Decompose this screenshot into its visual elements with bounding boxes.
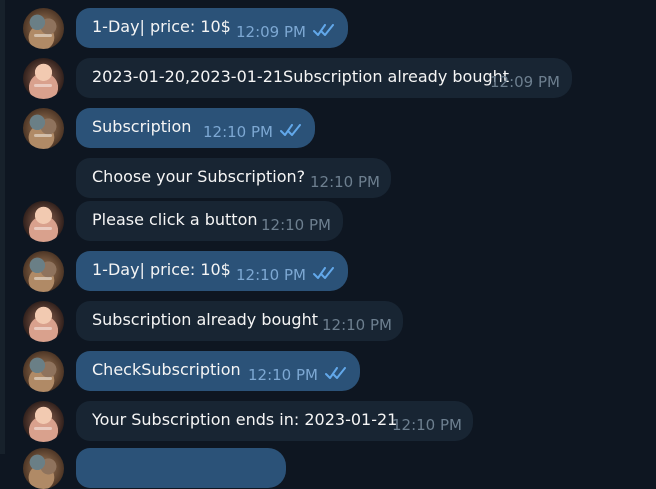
message-row: 2023-01-20,2023-01-21Subscription alread… bbox=[0, 58, 656, 99]
message-time: 12:09 PM bbox=[236, 23, 306, 41]
message-row: 1-Day| price: 10$ 12:10 PM bbox=[0, 251, 656, 292]
message-time: 12:10 PM bbox=[322, 316, 392, 334]
incoming-message[interactable]: Subscription already bought 12:10 PM bbox=[76, 301, 403, 341]
user-avatar bbox=[23, 8, 64, 49]
user-avatar bbox=[23, 108, 64, 149]
message-time: 12:10 PM bbox=[248, 366, 318, 384]
message-row bbox=[0, 448, 656, 489]
user-avatar bbox=[23, 448, 64, 489]
avatar-detail bbox=[34, 327, 52, 330]
outgoing-message[interactable]: Subscription 12:10 PM bbox=[76, 108, 315, 148]
chat-history: 1-Day| price: 10$ 12:09 PM 2023-01-20,20… bbox=[0, 0, 656, 489]
message-time: 12:09 PM bbox=[490, 73, 560, 91]
message-text: 1-Day| price: 10$ bbox=[92, 260, 231, 279]
avatar-detail bbox=[34, 377, 52, 380]
message-row: Subscription 12:10 PM bbox=[0, 108, 656, 149]
double-check-icon bbox=[325, 367, 346, 379]
outgoing-message[interactable] bbox=[76, 448, 286, 488]
message-text: Your Subscription ends in: 2023-01-21 bbox=[92, 410, 398, 429]
avatar-detail bbox=[34, 84, 52, 87]
message-time: 12:10 PM bbox=[236, 266, 306, 284]
bot-avatar bbox=[23, 201, 64, 242]
message-row: CheckSubscription 12:10 PM bbox=[0, 351, 656, 392]
message-row: Your Subscription ends in: 2023-01-21 12… bbox=[0, 401, 656, 442]
double-check-icon bbox=[313, 267, 334, 279]
message-text: Subscription already bought bbox=[92, 310, 318, 329]
message-text: CheckSubscription bbox=[92, 360, 241, 379]
bot-avatar bbox=[23, 58, 64, 99]
outgoing-message[interactable]: 1-Day| price: 10$ 12:09 PM bbox=[76, 8, 348, 48]
bot-avatar bbox=[23, 301, 64, 342]
incoming-message[interactable]: Choose your Subscription? 12:10 PM bbox=[76, 158, 391, 198]
user-avatar bbox=[23, 251, 64, 292]
message-text: Please click a button bbox=[92, 210, 258, 229]
message-time: 12:10 PM bbox=[392, 416, 462, 434]
message-row: Subscription already bought 12:10 PM bbox=[0, 301, 656, 342]
incoming-message[interactable]: 2023-01-20,2023-01-21Subscription alread… bbox=[76, 58, 572, 98]
message-text: Choose your Subscription? bbox=[92, 167, 306, 186]
message-time: 12:10 PM bbox=[310, 173, 380, 191]
bot-avatar bbox=[23, 401, 64, 442]
message-row: 1-Day| price: 10$ 12:09 PM bbox=[0, 8, 656, 49]
message-text: Subscription bbox=[92, 117, 192, 136]
avatar-detail bbox=[34, 427, 52, 430]
outgoing-message[interactable]: 1-Day| price: 10$ 12:10 PM bbox=[76, 251, 348, 291]
double-check-icon bbox=[280, 124, 301, 136]
avatar-detail bbox=[34, 277, 52, 280]
incoming-message[interactable]: Please click a button 12:10 PM bbox=[76, 201, 343, 241]
message-time: 12:10 PM bbox=[203, 123, 273, 141]
avatar-detail bbox=[34, 134, 52, 137]
outgoing-message[interactable]: CheckSubscription 12:10 PM bbox=[76, 351, 360, 391]
user-avatar bbox=[23, 351, 64, 392]
double-check-icon bbox=[313, 24, 334, 36]
message-text: 2023-01-20,2023-01-21Subscription alread… bbox=[92, 67, 510, 86]
message-time: 12:10 PM bbox=[261, 216, 331, 234]
message-text: 1-Day| price: 10$ bbox=[92, 17, 231, 36]
avatar-detail bbox=[34, 227, 52, 230]
incoming-message[interactable]: Your Subscription ends in: 2023-01-21 12… bbox=[76, 401, 473, 441]
avatar-detail bbox=[34, 34, 52, 37]
message-row: Please click a button 12:10 PM bbox=[0, 201, 656, 242]
message-row: Choose your Subscription? 12:10 PM bbox=[0, 158, 656, 198]
